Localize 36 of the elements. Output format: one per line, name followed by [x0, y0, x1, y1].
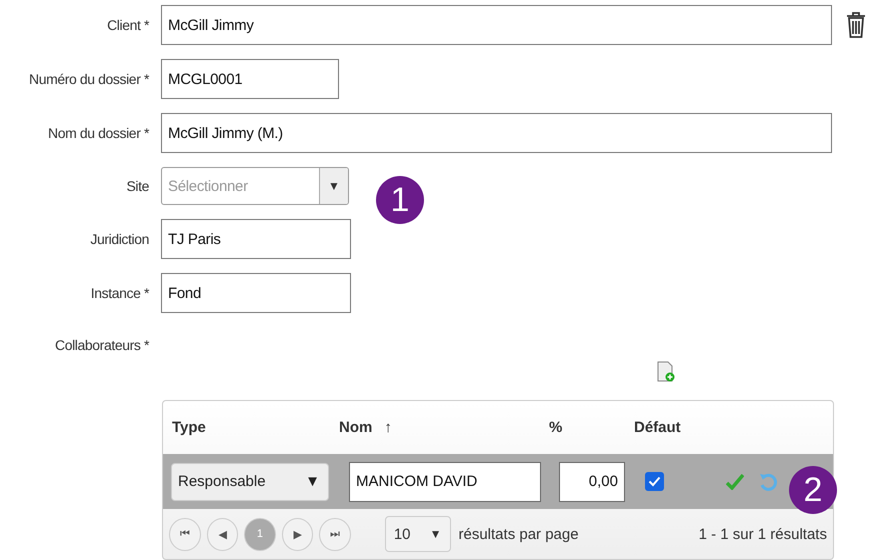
field-label: Numéro du dossier *: [28, 71, 149, 87]
name-field[interactable]: MANICOM DAVID: [349, 462, 541, 502]
trash-icon[interactable]: [846, 12, 866, 38]
field-label: Nom du dossier *: [47, 125, 149, 141]
default-checkbox[interactable]: [645, 472, 664, 491]
text-field[interactable]: Fond: [161, 273, 351, 313]
column-header[interactable]: Type: [172, 419, 206, 436]
first-page-button[interactable]: ⏮: [169, 518, 201, 550]
step-badge: 1: [376, 176, 424, 224]
previous-page-button[interactable]: ◀: [206, 518, 238, 550]
text-field[interactable]: McGill Jimmy: [161, 5, 832, 45]
checkmark-icon[interactable]: [726, 474, 744, 490]
caret-icon: ▼: [305, 473, 320, 490]
per-page-label: résultats par page: [458, 526, 579, 542]
field-label: Instance *: [90, 285, 149, 301]
text-field[interactable]: MCGL0001: [161, 59, 339, 99]
type-select[interactable]: Responsable ▼: [171, 462, 329, 500]
text-field[interactable]: McGill Jimmy (M.): [161, 113, 832, 153]
next-page-button[interactable]: ▶: [282, 518, 314, 550]
results-summary: 1 - 1 sur 1 résultats: [698, 526, 827, 542]
text-field[interactable]: TJ Paris: [161, 219, 351, 259]
caret-icon: ▼: [320, 168, 348, 204]
field-label: Site: [125, 178, 149, 194]
per-page-select[interactable]: 10 ▼: [384, 516, 450, 552]
field-label: Client *: [106, 17, 149, 33]
field-label: Juridiction: [89, 231, 149, 247]
checkmark-icon: [648, 476, 661, 487]
field-label: Collaborateurs *: [54, 337, 149, 353]
site-select[interactable]: Sélectionner ▼: [161, 167, 349, 205]
add-document-icon[interactable]: [657, 361, 675, 383]
column-header[interactable]: Nom: [339, 419, 372, 436]
column-header[interactable]: %: [549, 419, 562, 436]
column-header[interactable]: Défaut: [634, 419, 681, 436]
percent-field[interactable]: 0,00: [559, 462, 625, 502]
last-page-button[interactable]: ⏭: [319, 518, 351, 550]
sort-arrow[interactable]: ↑: [384, 419, 392, 436]
